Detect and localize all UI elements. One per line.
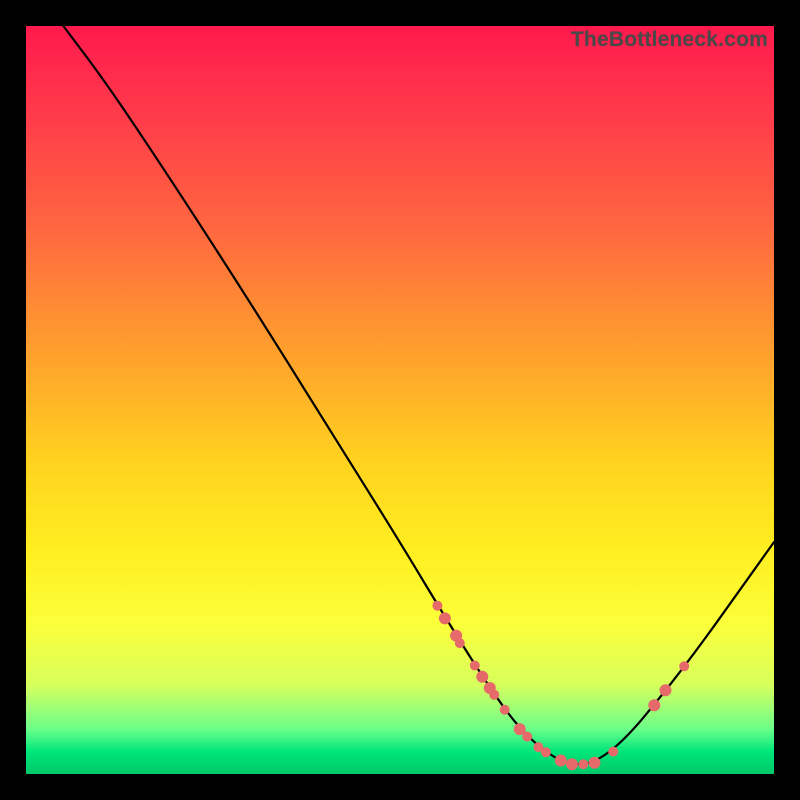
- chart-svg: [26, 26, 774, 774]
- data-marker: [555, 755, 567, 767]
- data-marker: [522, 732, 532, 742]
- data-marker: [660, 684, 672, 696]
- data-marker: [470, 661, 480, 671]
- data-marker: [679, 661, 689, 671]
- data-marker: [648, 699, 660, 711]
- data-marker: [439, 612, 451, 624]
- bottleneck-curve: [63, 26, 774, 764]
- data-marker: [608, 747, 618, 757]
- data-marker: [578, 759, 588, 769]
- data-marker: [476, 671, 488, 683]
- data-marker: [489, 690, 499, 700]
- plot-area: TheBottleneck.com: [26, 26, 774, 774]
- data-marker: [589, 757, 601, 769]
- chart-frame: TheBottleneck.com: [0, 0, 800, 800]
- data-marker: [432, 601, 442, 611]
- data-marker: [455, 638, 465, 648]
- data-marker: [541, 747, 551, 757]
- data-marker: [566, 758, 578, 770]
- data-marker: [500, 705, 510, 715]
- marker-group: [432, 601, 689, 771]
